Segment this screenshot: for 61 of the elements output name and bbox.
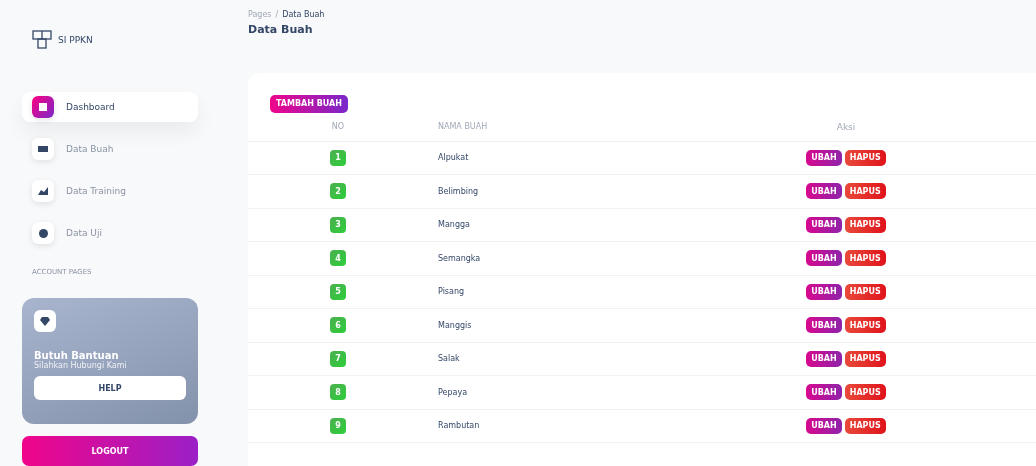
delete-button[interactable]: HAPUS <box>844 317 886 334</box>
sidebar-label: Dashboard <box>66 102 115 112</box>
sidebar-item[interactable]: Dashboard <box>22 92 198 122</box>
delete-button[interactable]: HAPUS <box>844 384 886 401</box>
column-header: NO <box>248 112 428 142</box>
column-header: NAMA BUAH <box>428 112 656 142</box>
box-icon <box>38 145 48 153</box>
number-badge: 9 <box>330 417 346 434</box>
delete-button[interactable]: HAPUS <box>844 283 886 300</box>
number-badge: 5 <box>330 283 346 300</box>
breadcrumb-item: Data Buah <box>282 10 325 19</box>
edit-button[interactable]: UBAH <box>806 149 842 166</box>
table-cell: Manggis <box>438 320 472 330</box>
help-title: Butuh Bantuan <box>34 350 120 361</box>
sidebar-label: Data Training <box>66 186 126 196</box>
table-cell: Belimbing <box>438 186 479 196</box>
number-badge: 7 <box>330 350 346 367</box>
number-badge: 1 <box>330 149 346 166</box>
sidebar-item[interactable]: Data Uji <box>22 218 198 248</box>
edit-button[interactable]: UBAH <box>806 417 842 434</box>
diamond-icon <box>34 310 56 332</box>
number-badge: 2 <box>330 183 346 200</box>
sidebar-item[interactable]: Data Buah <box>22 134 198 164</box>
chart-icon <box>38 187 48 195</box>
delete-button[interactable]: HAPUS <box>844 417 886 434</box>
page-title: Data Buah <box>248 23 314 36</box>
sidebar-label: Data Buah <box>66 144 114 154</box>
delete-button[interactable]: HAPUS <box>844 216 886 233</box>
add-button[interactable]: TAMBAH BUAH <box>270 94 348 113</box>
table-cell: Rambutan <box>438 421 480 431</box>
delete-button[interactable]: HAPUS <box>844 250 886 267</box>
brand-name: SI PPKN <box>58 35 93 45</box>
logout-button[interactable]: LOGOUT <box>22 436 198 466</box>
delete-button[interactable]: HAPUS <box>844 350 886 367</box>
edit-button[interactable]: UBAH <box>806 350 842 367</box>
sidebar-item[interactable]: Data Training <box>22 176 198 206</box>
table-cell: Salak <box>438 354 460 364</box>
edit-button[interactable]: UBAH <box>806 183 842 200</box>
edit-button[interactable]: UBAH <box>806 384 842 401</box>
table-cell: Pisang <box>438 287 465 297</box>
sidebar-label: Data Uji <box>66 228 102 238</box>
table-cell: Semangka <box>438 253 481 263</box>
logo-icon <box>32 30 52 50</box>
help-button[interactable]: HELP <box>34 376 186 400</box>
number-badge: 4 <box>330 250 346 267</box>
delete-button[interactable]: HAPUS <box>844 183 886 200</box>
help-subtitle: Silahkan Hubungi Kami <box>34 361 128 370</box>
disc-icon <box>38 228 48 238</box>
table-cell: Mangga <box>438 220 470 230</box>
edit-button[interactable]: UBAH <box>806 250 842 267</box>
delete-button[interactable]: HAPUS <box>844 149 886 166</box>
table-cell: Alpukat <box>438 153 469 163</box>
edit-button[interactable]: UBAH <box>806 283 842 300</box>
column-header: Aksi <box>656 112 1036 142</box>
breadcrumb-item: / <box>275 10 279 19</box>
table-cell: Pepaya <box>438 387 468 397</box>
number-badge: 6 <box>330 317 346 334</box>
edit-button[interactable]: UBAH <box>806 317 842 334</box>
edit-button[interactable]: UBAH <box>806 216 842 233</box>
number-badge: 8 <box>330 384 346 401</box>
number-badge: 3 <box>330 216 346 233</box>
